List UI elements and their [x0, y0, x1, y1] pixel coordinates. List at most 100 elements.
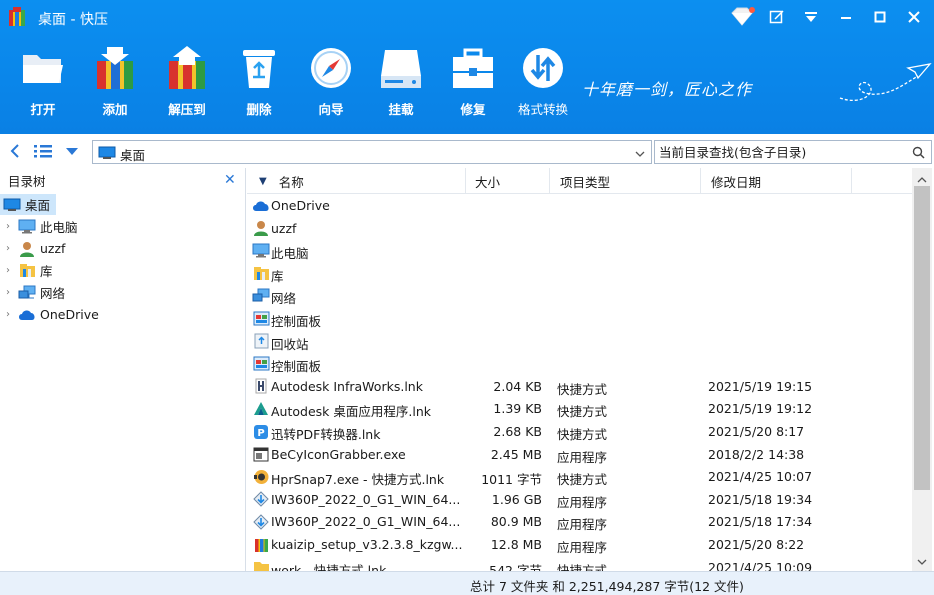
- tree-item-desktop[interactable]: 桌面: [0, 194, 56, 215]
- feedback-edit-icon[interactable]: [762, 4, 792, 30]
- title-bar: 桌面 - 快压: [0, 0, 934, 34]
- back-icon[interactable]: [6, 141, 24, 161]
- pdf-converter-icon: P: [252, 423, 270, 440]
- file-date: 2021/5/19 19:15: [708, 378, 813, 394]
- compass-icon: [307, 44, 355, 92]
- view-list-icon[interactable]: [30, 141, 56, 161]
- user-icon: [18, 241, 36, 257]
- view-dropdown-icon[interactable]: [62, 141, 82, 161]
- add-button[interactable]: 添加: [80, 40, 150, 120]
- file-date: 2021/5/20 8:17: [708, 424, 805, 439]
- convert-format-button[interactable]: 格式转换: [508, 40, 578, 120]
- toolbox-icon: [449, 44, 497, 92]
- delete-button[interactable]: 删除: [224, 40, 294, 120]
- file-row[interactable]: work - 快捷方式.lnk 542 字节 快捷方式 2021/4/25 10:09: [247, 556, 912, 571]
- search-field[interactable]: [654, 140, 932, 164]
- column-name-header[interactable]: ▼ 名称: [247, 168, 466, 194]
- file-row[interactable]: IW360P_2022_0_G1_WIN_64... 80.9 MB 应用程序 202…: [247, 510, 912, 533]
- user-icon: [252, 220, 270, 237]
- archive-extract-icon: [163, 44, 211, 92]
- file-row[interactable]: 回收站: [247, 330, 912, 353]
- recycle-bin-icon: [252, 333, 270, 350]
- control-panel-icon: [252, 310, 270, 327]
- expand-arrow-icon[interactable]: ›: [6, 221, 18, 232]
- file-row[interactable]: 控制面板: [247, 307, 912, 330]
- status-summary: 总计 7 文件夹 和 2,251,494,287 字节(12 文件): [470, 579, 744, 594]
- folder-open-icon: [19, 44, 67, 92]
- file-list-header: ▼ 名称 大小 项目类型 修改日期: [247, 168, 912, 194]
- repair-button[interactable]: 修复: [438, 40, 508, 120]
- expand-arrow-icon[interactable]: ›: [6, 265, 18, 276]
- file-row[interactable]: BeCyIconGrabber.exe 2.45 MB 应用程序 2018/2/2 1…: [247, 443, 912, 466]
- tree-header: 目录树 ✕: [0, 168, 245, 192]
- tree-item-this-pc[interactable]: › 此电脑: [0, 216, 245, 237]
- file-type: 应用程序: [557, 517, 608, 533]
- expand-arrow-icon[interactable]: ›: [6, 243, 18, 254]
- address-field[interactable]: 桌面: [92, 140, 652, 164]
- file-row[interactable]: IW360P_2022_0_G1_WIN_64... 1.96 GB 应用程序 202…: [247, 488, 912, 511]
- file-date: 2021/4/25 10:09: [708, 559, 813, 571]
- svg-text:P: P: [257, 428, 264, 439]
- file-row[interactable]: HprSnap7.exe - 快捷方式.lnk 1011 字节 快捷方式 2021/4…: [247, 465, 912, 488]
- tree-item-network[interactable]: › 网络: [0, 282, 245, 303]
- scroll-down-icon[interactable]: [917, 554, 927, 569]
- search-input[interactable]: [659, 144, 899, 161]
- tree-item-library[interactable]: › 库: [0, 260, 245, 281]
- file-row[interactable]: 控制面板: [247, 352, 912, 375]
- file-row[interactable]: 库: [247, 262, 912, 285]
- file-row[interactable]: OneDrive: [247, 194, 912, 217]
- file-name: 库: [271, 268, 284, 284]
- tree-item-onedrive[interactable]: › OneDrive: [0, 304, 245, 325]
- file-row[interactable]: uzzf: [247, 217, 912, 240]
- sort-arrow-icon: ▼: [259, 175, 267, 187]
- tree-title: 目录树: [8, 174, 46, 189]
- column-date-header[interactable]: 修改日期: [701, 168, 852, 194]
- file-row[interactable]: kuaizip_setup_v3.2.3.8_kzgw... 12.8 MB 应用程…: [247, 533, 912, 556]
- expand-arrow-icon[interactable]: ›: [6, 287, 18, 298]
- file-name: 网络: [271, 291, 297, 307]
- file-size: 2.68 KB: [493, 424, 542, 439]
- skin-diamond-icon[interactable]: [727, 4, 757, 30]
- file-row[interactable]: Autodesk 桌面应用程序.lnk 1.39 KB 快捷方式 2021/5/19 …: [247, 397, 912, 420]
- file-name: OneDrive: [271, 198, 330, 213]
- wizard-button[interactable]: 向导: [296, 40, 366, 120]
- vertical-scrollbar[interactable]: [912, 168, 932, 571]
- minimize-icon[interactable]: [831, 4, 861, 30]
- convert-arrows-icon: [519, 44, 567, 92]
- close-icon[interactable]: [899, 4, 929, 30]
- address-dropdown-icon[interactable]: [634, 147, 646, 162]
- recycle-bin-icon: [235, 44, 283, 92]
- maximize-icon[interactable]: [865, 4, 895, 30]
- menu-dropdown-icon[interactable]: [796, 4, 826, 30]
- directory-tree-panel: 目录树 ✕ 桌面 › 此电脑 › uzzf › 库 › 网络 › OneDriv…: [0, 168, 246, 571]
- file-date: 2021/4/25 10:07: [708, 469, 813, 485]
- column-size-header[interactable]: 大小: [466, 168, 550, 194]
- expand-arrow-icon[interactable]: ›: [6, 309, 18, 320]
- file-type: 应用程序: [557, 540, 608, 555]
- file-size: 1.39 KB: [493, 401, 542, 417]
- file-row[interactable]: Autodesk InfraWorks.lnk 2.04 KB 快捷方式 2021/5…: [247, 375, 912, 398]
- file-row[interactable]: P 迅转PDF转换器.lnk 2.68 KB 快捷方式 2021/5/20 8:17: [247, 420, 912, 443]
- file-row[interactable]: 网络: [247, 284, 912, 307]
- archive-add-icon: [91, 44, 139, 92]
- scroll-up-icon[interactable]: [917, 172, 927, 187]
- file-name: kuaizip_setup_v3.2.3.8_kzgw...: [271, 537, 463, 552]
- search-icon[interactable]: [912, 146, 925, 162]
- file-date: 2021/5/20 8:22: [708, 537, 805, 552]
- file-date: 2018/2/2 14:38: [708, 446, 805, 462]
- computer-icon: [18, 219, 36, 235]
- cloud-icon: [18, 307, 36, 323]
- mount-button[interactable]: 挂载: [366, 40, 436, 120]
- tree-close-icon[interactable]: ✕: [224, 172, 236, 188]
- extract-to-button[interactable]: 解压到: [152, 40, 222, 120]
- tree-item-uzzf[interactable]: › uzzf: [0, 238, 245, 259]
- file-row[interactable]: 此电脑: [247, 239, 912, 262]
- scrollbar-thumb[interactable]: [914, 186, 930, 490]
- open-button[interactable]: 打开: [8, 40, 78, 120]
- address-bar: 桌面: [0, 134, 934, 168]
- column-type-header[interactable]: 项目类型: [550, 168, 701, 194]
- autodesk-infraworks-icon: [252, 378, 270, 395]
- file-name: uzzf: [271, 220, 297, 236]
- control-panel-icon: [252, 355, 270, 372]
- library-icon: [18, 263, 36, 279]
